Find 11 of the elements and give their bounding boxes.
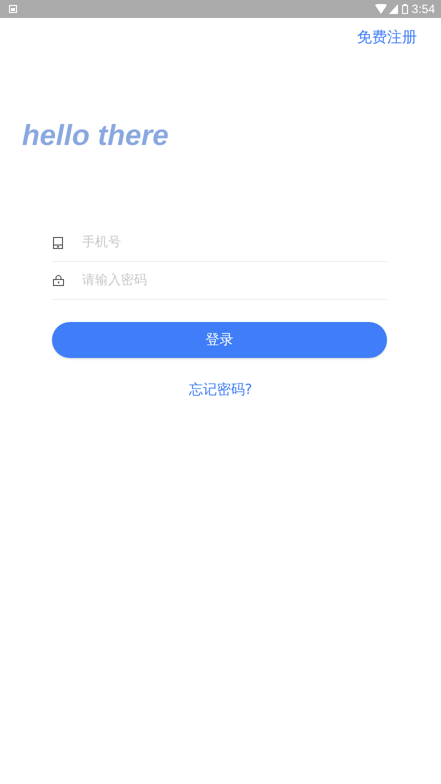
login-button[interactable]: 登录 [52,322,387,358]
phone-icon [53,236,63,248]
wifi-icon [374,4,387,14]
lock-icon [53,275,64,286]
forgot-password-link[interactable]: 忘记密码? [188,381,252,399]
battery-icon [402,4,408,14]
greeting-title: hello there [22,120,169,153]
notification-icon [9,5,17,13]
signal-icon [388,4,398,14]
register-link[interactable]: 免费注册 [357,28,417,58]
status-time: 3:54 [412,2,435,16]
